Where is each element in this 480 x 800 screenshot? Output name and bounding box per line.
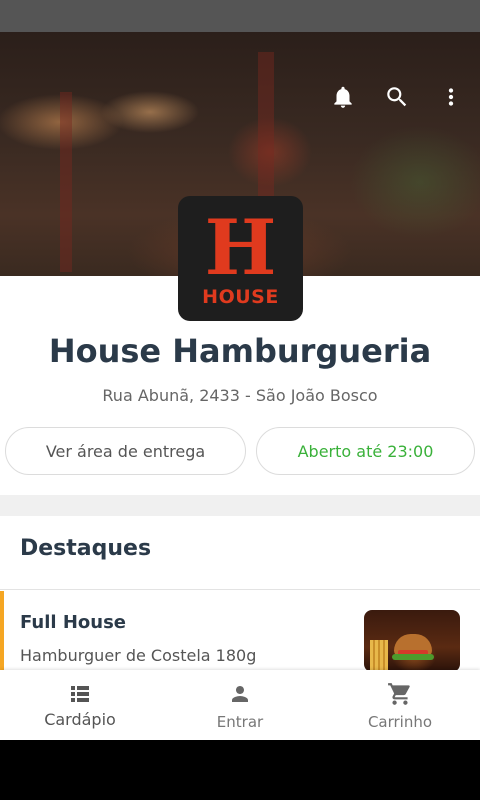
- nav-label-cart: Carrinho: [367, 713, 433, 731]
- nav-item-cart[interactable]: Carrinho: [320, 670, 480, 740]
- logo-word: HOUSE: [202, 285, 279, 308]
- product-item[interactable]: Full House Hamburguer de Costela 180g: [0, 591, 480, 672]
- store-name: House Hamburgueria: [48, 332, 432, 370]
- list-icon: [67, 681, 93, 707]
- product-accent-bar: [0, 591, 4, 671]
- cart-icon: [387, 681, 413, 707]
- search-icon[interactable]: [382, 82, 412, 112]
- opening-hours-badge[interactable]: Aberto até 23:00: [256, 427, 475, 475]
- header-actions: [328, 82, 466, 112]
- status-bar: [0, 0, 480, 32]
- nav-label-menu: Cardápio: [44, 710, 116, 729]
- person-icon: [227, 681, 253, 707]
- highlights-title: Destaques: [20, 536, 152, 561]
- nav-item-login[interactable]: Entrar: [160, 670, 320, 740]
- bottom-navigation: Cardápio Entrar Carrinho: [0, 670, 480, 740]
- section-divider: [0, 495, 480, 516]
- product-description: Hamburguer de Costela 180g: [20, 646, 257, 665]
- store-logo: H HOUSE: [178, 196, 303, 321]
- app-screen: H HOUSE House Hamburgueria Rua Abunã, 24…: [0, 0, 480, 740]
- logo-letter: H: [204, 202, 277, 292]
- product-name: Full House: [20, 612, 126, 633]
- delivery-area-button[interactable]: Ver área de entrega: [5, 427, 246, 475]
- bell-icon[interactable]: [328, 82, 358, 112]
- nav-item-menu[interactable]: Cardápio: [0, 670, 160, 740]
- product-image: [364, 610, 460, 672]
- store-address: Rua Abunã, 2433 - São João Bosco: [102, 386, 378, 405]
- nav-label-login: Entrar: [216, 713, 264, 731]
- divider: [0, 589, 480, 590]
- more-vert-icon[interactable]: [436, 82, 466, 112]
